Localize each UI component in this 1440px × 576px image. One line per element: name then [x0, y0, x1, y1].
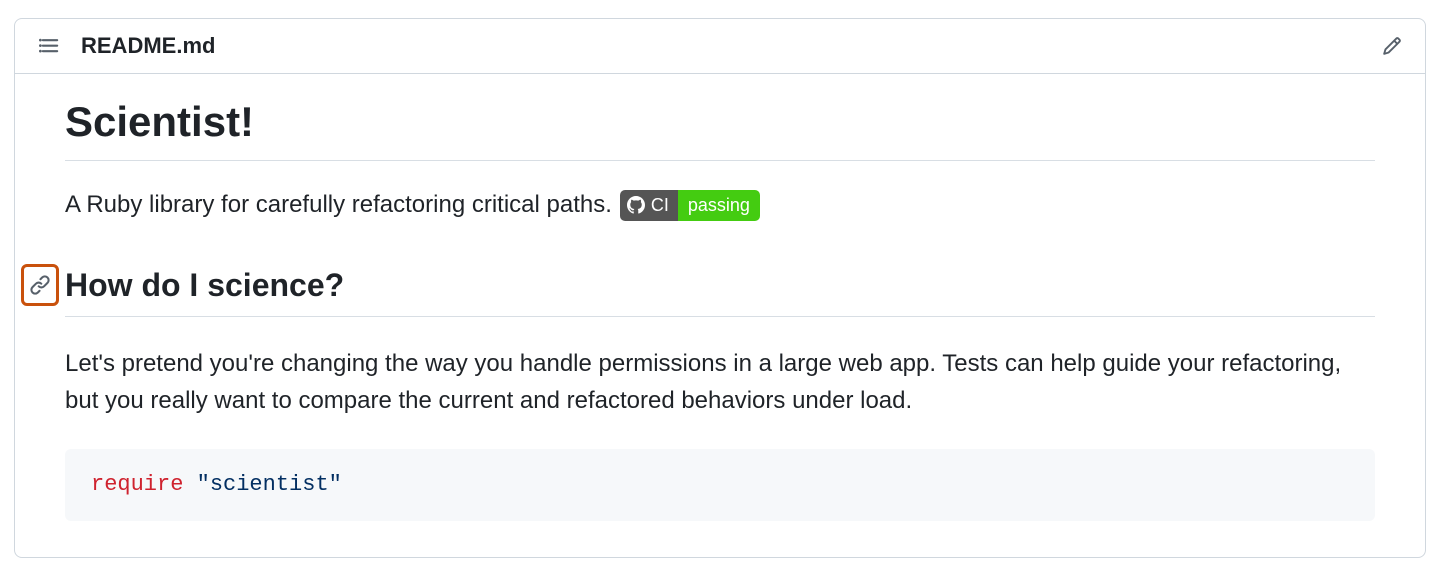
ci-badge-left: CI [620, 190, 678, 221]
readme-container: README.md Scientist! A Ruby library for … [14, 18, 1426, 558]
page-title: Scientist! [65, 98, 1375, 161]
tagline-text: A Ruby library for carefully refactoring… [65, 187, 612, 223]
github-icon [627, 196, 645, 214]
readme-header: README.md [15, 19, 1425, 74]
code-block: require "scientist" [65, 449, 1375, 521]
ci-badge-label: CI [651, 195, 669, 216]
readme-filename[interactable]: README.md [81, 33, 215, 59]
section-heading-row: How do I science? [65, 267, 1375, 317]
intro-paragraph: Let's pretend you're changing the way yo… [65, 345, 1375, 419]
tagline-row: A Ruby library for carefully refactoring… [65, 187, 1375, 223]
readme-header-left: README.md [39, 33, 215, 59]
code-keyword: require [91, 472, 183, 497]
toc-icon[interactable] [39, 35, 61, 57]
ci-badge[interactable]: CI passing [620, 190, 760, 221]
readme-body: Scientist! A Ruby library for carefully … [15, 74, 1425, 521]
code-string: "scientist" [197, 472, 342, 497]
section-heading: How do I science? [65, 267, 1375, 304]
anchor-link-icon[interactable] [21, 264, 59, 306]
ci-badge-status: passing [678, 190, 760, 221]
edit-icon[interactable] [1381, 35, 1403, 57]
